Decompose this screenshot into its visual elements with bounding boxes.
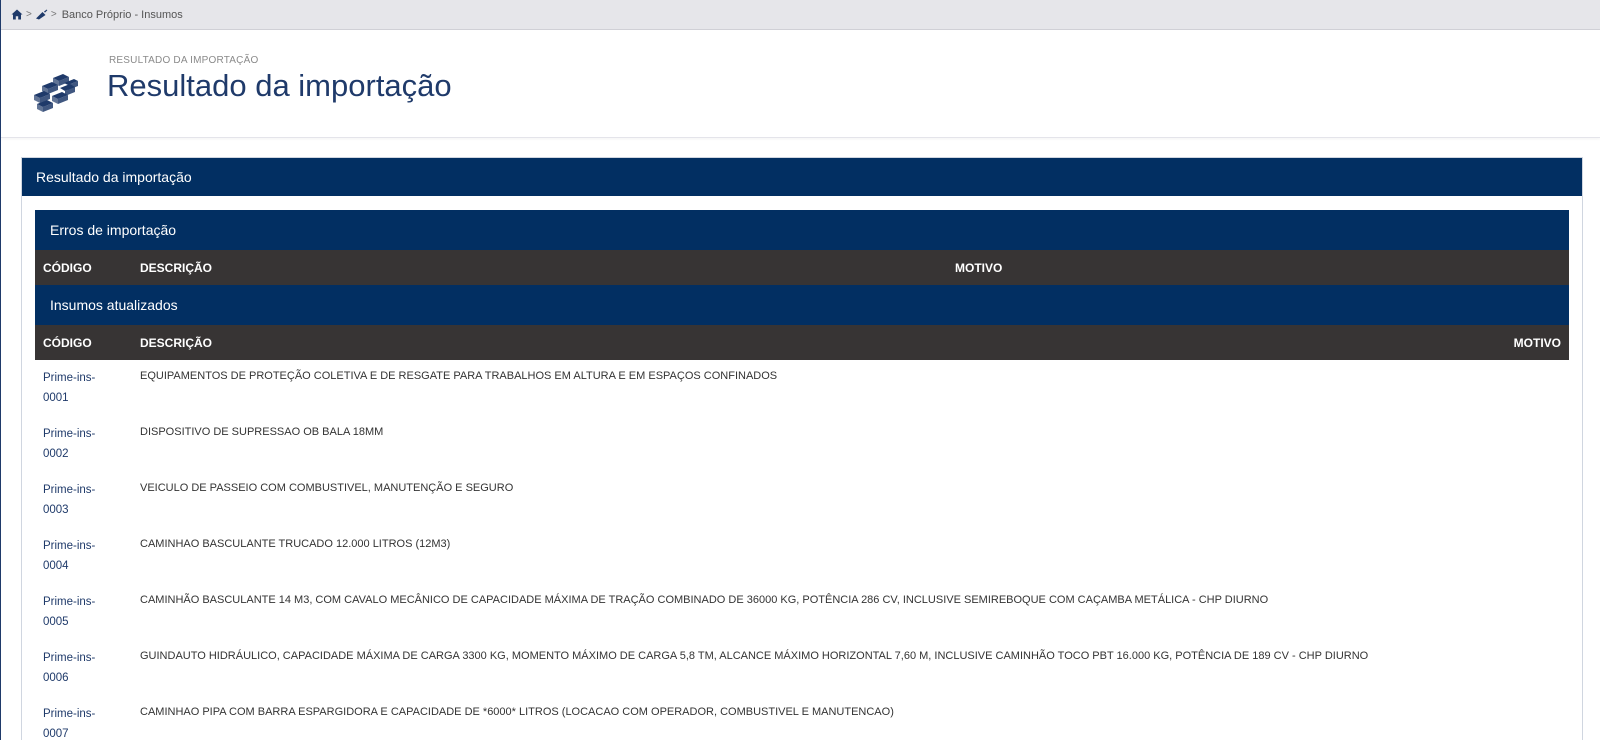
row-code: Prime-ins-0003 [43, 484, 96, 516]
home-icon[interactable] [11, 9, 23, 20]
row-code: Prime-ins-0001 [43, 372, 96, 404]
table-row: Prime-ins-0001 EQUIPAMENTOS DE PROTEÇÃO … [35, 360, 1569, 416]
row-code: Prime-ins-0004 [43, 540, 96, 572]
breadcrumb-current[interactable]: Banco Próprio - Insumos [62, 9, 183, 21]
row-code: Prime-ins-0007 [43, 708, 96, 740]
row-description: EQUIPAMENTOS DE PROTEÇÃO COLETIVA E DE R… [140, 370, 778, 382]
column-header-code: CÓDIGO [43, 336, 92, 350]
row-code: Prime-ins-0002 [43, 428, 96, 460]
errors-table-header: CÓDIGO DESCRIÇÃO MOTIVO [35, 250, 1569, 285]
bricks-icon [33, 72, 79, 112]
page-header: RESULTADO DA IMPORTAÇÃO Resultado da imp… [1, 30, 1600, 138]
page-title: Resultado da importação [107, 68, 452, 103]
import-result-panel: Resultado da importação Erros de importa… [21, 157, 1583, 740]
row-description: GUINDAUTO HIDRÁULICO, CAPACIDADE MÁXIMA … [140, 650, 1369, 662]
table-row: Prime-ins-0002 DISPOSITIVO DE SUPRESSAO … [35, 416, 1569, 472]
trowel-icon[interactable] [35, 9, 48, 20]
app-viewport: > > Banco Próprio - Insumos RESULTADO DA… [0, 0, 1600, 740]
breadcrumb-separator: > [50, 9, 57, 20]
table-row: Prime-ins-0007 CAMINHAO PIPA COM BARRA E… [35, 696, 1569, 740]
row-code: Prime-ins-0005 [43, 596, 96, 628]
row-description: DISPOSITIVO DE SUPRESSAO OB BALA 18MM [140, 426, 384, 438]
table-row: Prime-ins-0005 CAMINHÃO BASCULANTE 14 M3… [35, 584, 1569, 640]
table-row: Prime-ins-0003 VEICULO DE PASSEIO COM CO… [35, 472, 1569, 528]
row-description: VEICULO DE PASSEIO COM COMBUSTIVEL, MANU… [140, 482, 514, 494]
column-header-code: CÓDIGO [43, 261, 92, 275]
updated-section-title: Insumos atualizados [35, 285, 1569, 325]
page-overline: RESULTADO DA IMPORTAÇÃO [109, 55, 259, 66]
updated-table-body: Prime-ins-0001 EQUIPAMENTOS DE PROTEÇÃO … [35, 360, 1569, 740]
column-header-reason: MOTIVO [955, 261, 1003, 275]
table-row: Prime-ins-0004 CAMINHAO BASCULANTE TRUCA… [35, 528, 1569, 584]
column-header-description: DESCRIÇÃO [140, 261, 213, 275]
row-code: Prime-ins-0006 [43, 652, 96, 684]
updated-table-header: CÓDIGO DESCRIÇÃO MOTIVO [35, 325, 1569, 360]
breadcrumb-separator: > [26, 9, 32, 20]
panel-body: Erros de importação CÓDIGO DESCRIÇÃO MOT… [22, 196, 1582, 740]
table-row: Prime-ins-0006 GUINDAUTO HIDRÁULICO, CAP… [35, 640, 1569, 696]
column-header-reason: MOTIVO [1513, 336, 1561, 350]
errors-section-title: Erros de importação [35, 210, 1569, 250]
breadcrumb: > > Banco Próprio - Insumos [1, 0, 1600, 30]
panel-title: Resultado da importação [22, 158, 1582, 196]
column-header-description: DESCRIÇÃO [140, 336, 213, 350]
row-description: CAMINHAO BASCULANTE TRUCADO 12.000 LITRO… [140, 538, 451, 550]
row-description: CAMINHAO PIPA COM BARRA ESPARGIDORA E CA… [140, 706, 894, 718]
row-description: CAMINHÃO BASCULANTE 14 M3, COM CAVALO ME… [140, 594, 1269, 606]
